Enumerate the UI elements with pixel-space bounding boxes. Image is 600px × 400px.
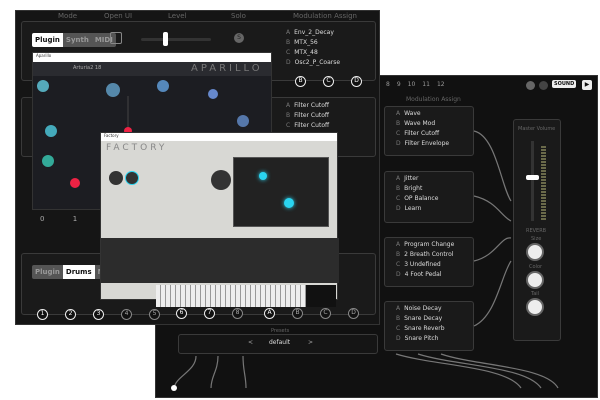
factory-filter-knob[interactable] (211, 170, 231, 190)
mode-synth[interactable]: Synth (62, 33, 92, 47)
header-open-ui: Open UI (104, 12, 133, 20)
out-node-c[interactable]: C (320, 308, 331, 319)
mode-plugin[interactable]: Plugin (32, 265, 63, 279)
pad-1: 1 (72, 215, 78, 223)
aparillo-preset[interactable]: Arturia2 18 (73, 65, 101, 71)
out-node-2[interactable]: 2 (65, 309, 76, 320)
factory-keyboard[interactable] (156, 285, 336, 307)
mode-plugin[interactable]: Plugin (32, 33, 63, 47)
mode-drums[interactable]: Drums (62, 265, 95, 279)
header-mode: Mode (58, 12, 78, 20)
header-mod-assign: Modulation Assign (293, 12, 357, 20)
mode-toggle-top[interactable]: Plugin Synth MIDI (32, 33, 116, 47)
solo-button[interactable]: S (234, 33, 244, 43)
header-solo: Solo (231, 12, 246, 20)
out-node-3[interactable]: 3 (93, 309, 104, 320)
matrix-point[interactable] (259, 172, 267, 180)
mod-node-b[interactable]: B (295, 76, 306, 87)
mod-node-c[interactable]: C (323, 76, 334, 87)
out-node-4[interactable]: 4 (121, 309, 132, 320)
factory-window: Factory FACTORY (100, 132, 339, 307)
factory-knob-1[interactable] (109, 171, 123, 185)
mod-node-d[interactable]: D (351, 76, 362, 87)
out-node-5[interactable]: 5 (149, 309, 160, 320)
mod-list-second: A Filter Cutoff B Filter Cutoff C Filter Cu… (286, 102, 330, 129)
factory-envelopes (101, 238, 339, 283)
factory-logo: FACTORY (106, 143, 168, 153)
out-node-d[interactable]: D (348, 308, 359, 319)
factory-titlebar: Factory (101, 133, 337, 141)
pad-0: 0 (40, 215, 45, 223)
out-node-b[interactable]: B (292, 308, 303, 319)
aparillo-logo: APARILLO (191, 63, 263, 74)
header-level: Level (168, 12, 187, 20)
out-node-1[interactable]: 1 (37, 309, 48, 320)
aparillo-toolbar: Arturia2 18 APARILLO (33, 62, 271, 76)
out-node-7[interactable]: 7 (204, 308, 215, 319)
aparillo-titlebar: Aparillo (33, 53, 271, 62)
out-node-6[interactable]: 6 (176, 308, 187, 319)
cable-end-active (171, 385, 177, 391)
out-node-8[interactable]: 8 (232, 308, 243, 319)
mod-list-top: A Env_2_Decay B MTX_56 C MTX_48 D Osc2_P_Coa… (286, 29, 341, 66)
out-node-a[interactable]: A (264, 308, 275, 319)
factory-knob-2[interactable] (125, 171, 139, 185)
level-slider-thumb[interactable] (163, 32, 168, 46)
level-slider[interactable] (141, 32, 211, 46)
factory-mod-matrix[interactable] (233, 157, 329, 227)
mixer-icon[interactable] (110, 32, 122, 44)
matrix-point[interactable] (284, 198, 294, 208)
